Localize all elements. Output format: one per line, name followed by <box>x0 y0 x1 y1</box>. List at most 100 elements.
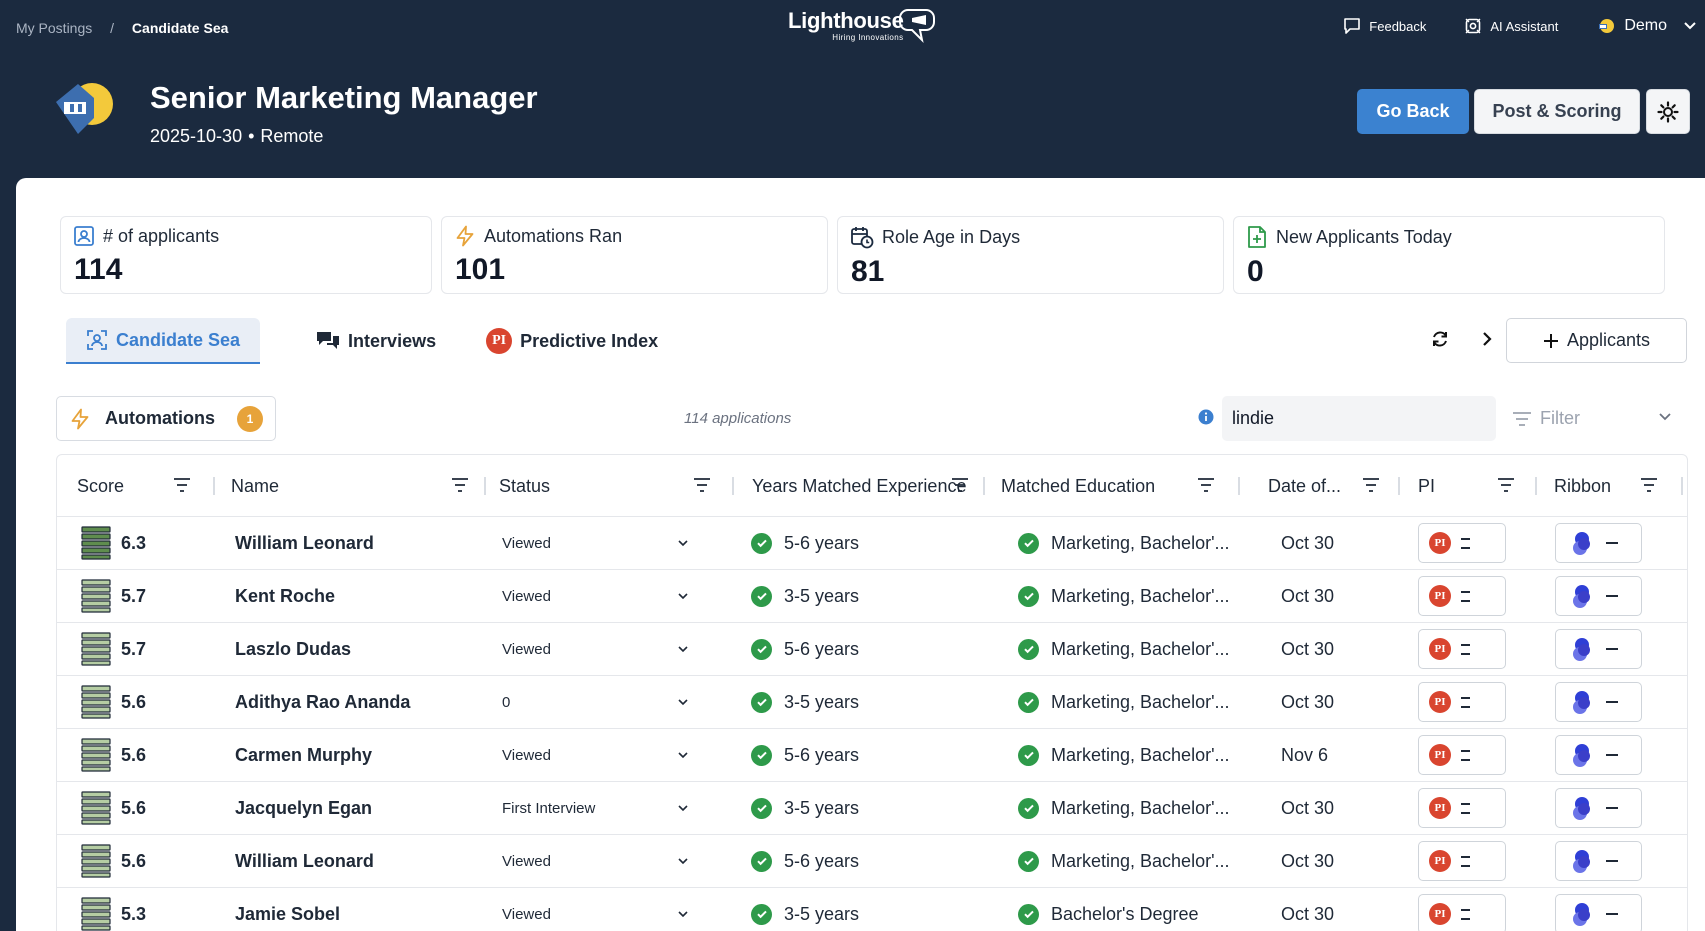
status-select[interactable]: Viewed <box>502 888 551 931</box>
robot-icon <box>1465 18 1481 34</box>
search-input[interactable] <box>1222 396 1496 441</box>
chevron-down-icon[interactable] <box>677 537 689 549</box>
ribbon-button[interactable] <box>1555 576 1642 616</box>
chevron-down-icon[interactable] <box>677 643 689 655</box>
status-select[interactable]: Viewed <box>502 517 551 569</box>
lighthouse-logo[interactable]: Lighthouse Hiring Innovations <box>788 8 938 44</box>
pi-button[interactable]: PI <box>1418 629 1506 669</box>
info-icon[interactable] <box>1198 409 1214 425</box>
settings-button[interactable] <box>1646 89 1690 134</box>
column-header-pi[interactable]: PI <box>1418 455 1552 517</box>
status-select[interactable]: Viewed <box>502 623 551 675</box>
filter-dropdown[interactable]: Filter <box>1498 396 1688 441</box>
sort-filter-icon[interactable] <box>1497 477 1515 493</box>
ai-assistant-button[interactable]: AI Assistant <box>1464 17 1558 35</box>
status-select[interactable]: 0 <box>502 676 510 728</box>
post-scoring-button[interactable]: Post & Scoring <box>1474 89 1640 134</box>
sort-filter-icon[interactable] <box>1640 477 1658 493</box>
tab-candidate-sea[interactable]: Candidate Sea <box>66 318 261 364</box>
pi-button[interactable]: PI <box>1418 841 1506 881</box>
pi-button[interactable]: PI <box>1418 682 1506 722</box>
chevron-down-icon[interactable] <box>677 749 689 761</box>
pi-button[interactable]: PI <box>1418 735 1506 775</box>
ai-assistant-label: AI Assistant <box>1490 18 1559 34</box>
status-select[interactable]: Viewed <box>502 835 551 887</box>
feedback-button[interactable]: Feedback <box>1343 17 1426 35</box>
pi-button[interactable]: PI <box>1418 894 1506 931</box>
filter-icon <box>1513 411 1531 426</box>
table-row[interactable]: 5.6 Jacquelyn Egan First Interview 3-5 y… <box>57 782 1687 835</box>
chevron-down-icon[interactable] <box>677 908 689 920</box>
table-row[interactable]: 5.3 Jamie Sobel Viewed 3-5 years Bachelo… <box>57 888 1687 931</box>
table-row[interactable]: 5.7 Laszlo Dudas Viewed 5-6 years Market… <box>57 623 1687 676</box>
bolt-icon <box>71 408 89 429</box>
go-back-button[interactable]: Go Back <box>1357 89 1469 134</box>
pi-button[interactable]: PI <box>1418 576 1506 616</box>
status-select[interactable]: First Interview <box>502 782 595 834</box>
automations-button[interactable]: Automations 1 <box>56 396 276 441</box>
ribbon-button[interactable] <box>1555 682 1642 722</box>
ribbon-button[interactable] <box>1555 629 1642 669</box>
status-select[interactable]: Viewed <box>502 729 551 781</box>
pi-button[interactable]: PI <box>1418 788 1506 828</box>
experience-cell: 5-6 years <box>751 623 859 675</box>
sort-filter-icon[interactable] <box>693 477 711 493</box>
candidate-name[interactable]: Jacquelyn Egan <box>235 782 372 834</box>
ribbon-button[interactable] <box>1555 841 1642 881</box>
score-cell: 5.6 <box>81 835 146 887</box>
column-header-ribbon[interactable]: Ribbon <box>1554 455 1687 517</box>
candidate-name[interactable]: William Leonard <box>235 517 374 569</box>
table-row[interactable]: 5.6 Adithya Rao Ananda 0 3-5 years Marke… <box>57 676 1687 729</box>
pi-logo-icon: PI <box>1429 850 1451 872</box>
chevron-down-icon[interactable] <box>677 802 689 814</box>
education-cell: Marketing, Bachelor'... <box>1018 517 1230 569</box>
breadcrumb-my-postings[interactable]: My Postings <box>16 20 92 36</box>
sort-filter-icon[interactable] <box>1362 477 1380 493</box>
education-value: Marketing, Bachelor'... <box>1051 638 1230 659</box>
candidate-name[interactable]: Jamie Sobel <box>235 888 340 931</box>
sort-filter-icon[interactable] <box>451 477 469 493</box>
table-row[interactable]: 5.6 Carmen Murphy Viewed 5-6 years Marke… <box>57 729 1687 782</box>
file-plus-icon <box>1248 226 1266 248</box>
column-header-education[interactable]: Matched Education <box>1001 455 1269 517</box>
sort-filter-icon[interactable] <box>173 477 191 493</box>
ribbon-button[interactable] <box>1555 523 1642 563</box>
column-header-name[interactable]: Name <box>215 455 486 517</box>
ribbon-button[interactable] <box>1555 788 1642 828</box>
chevron-down-icon[interactable] <box>677 590 689 602</box>
column-label: Score <box>77 475 125 496</box>
tab-predictive-index[interactable]: PI Predictive Index <box>466 318 678 364</box>
chevron-down-icon[interactable] <box>677 696 689 708</box>
ribbon-button[interactable] <box>1555 894 1642 931</box>
ribbon-pending-icon <box>1606 754 1618 756</box>
pi-button[interactable]: PI <box>1418 523 1506 563</box>
pi-pending-icon <box>1461 802 1470 814</box>
column-header-score[interactable]: Score <box>77 455 217 517</box>
score-bars-icon <box>81 632 111 666</box>
refresh-icon[interactable] <box>1430 329 1450 349</box>
sort-filter-icon[interactable] <box>1197 477 1215 493</box>
add-applicants-button[interactable]: Applicants <box>1506 318 1687 363</box>
table-row[interactable]: 5.7 Kent Roche Viewed 3-5 years Marketin… <box>57 570 1687 623</box>
ribbon-button[interactable] <box>1555 735 1642 775</box>
tab-interviews[interactable]: Interviews <box>296 318 456 364</box>
table-row[interactable]: 6.3 William Leonard Viewed 5-6 years Mar… <box>57 517 1687 570</box>
column-header-status[interactable]: Status <box>485 455 753 517</box>
chevron-down-icon[interactable] <box>677 855 689 867</box>
column-header-date[interactable]: Date of... <box>1267 455 1401 517</box>
chevron-down-icon[interactable] <box>1683 21 1697 31</box>
check-circle-icon <box>1018 691 1039 713</box>
experience-cell: 5-6 years <box>751 835 859 887</box>
sort-filter-icon[interactable] <box>951 477 969 493</box>
chevron-right-icon[interactable] <box>1480 329 1494 349</box>
table-row[interactable]: 5.6 William Leonard Viewed 5-6 years Mar… <box>57 835 1687 888</box>
candidate-name[interactable]: William Leonard <box>235 835 374 887</box>
candidate-name[interactable]: Kent Roche <box>235 570 335 622</box>
candidate-name[interactable]: Adithya Rao Ananda <box>235 676 410 728</box>
user-menu[interactable]: Demo <box>1596 16 1667 36</box>
column-header-experience[interactable]: Years Matched Experience <box>733 455 1001 517</box>
score-value: 5.6 <box>121 850 147 871</box>
candidate-name[interactable]: Carmen Murphy <box>235 729 372 781</box>
candidate-name[interactable]: Laszlo Dudas <box>235 623 351 675</box>
status-select[interactable]: Viewed <box>502 570 551 622</box>
